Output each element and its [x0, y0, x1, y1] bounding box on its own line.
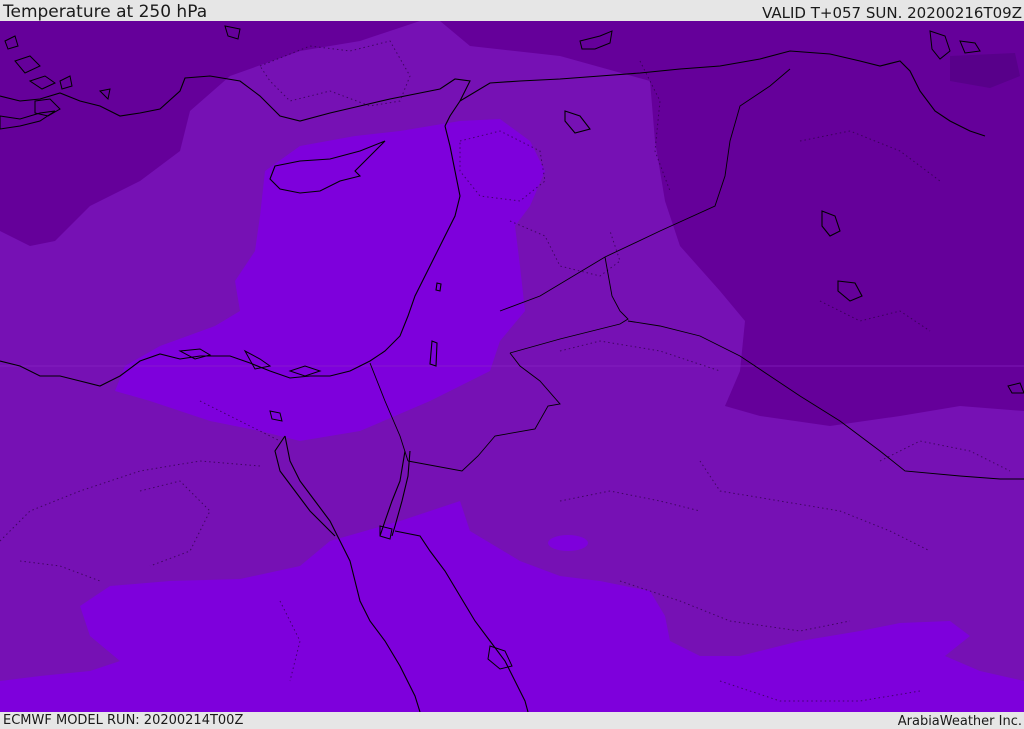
footer-bar: ECMWF MODEL RUN: 20200214T00Z ArabiaWeat…	[0, 712, 1024, 729]
warm-spot-arabia	[548, 535, 588, 551]
valid-time-label: VALID T+057 SUN. 20200216T09Z	[762, 4, 1022, 22]
map-canvas	[0, 21, 1024, 712]
header-bar: Temperature at 250 hPa VALID T+057 SUN. …	[0, 0, 1024, 21]
weather-map[interactable]	[0, 21, 1024, 712]
map-title: Temperature at 250 hPa	[3, 2, 208, 22]
credit-label: ArabiaWeather Inc.	[897, 714, 1022, 729]
model-run-label: ECMWF MODEL RUN: 20200214T00Z	[3, 713, 244, 728]
